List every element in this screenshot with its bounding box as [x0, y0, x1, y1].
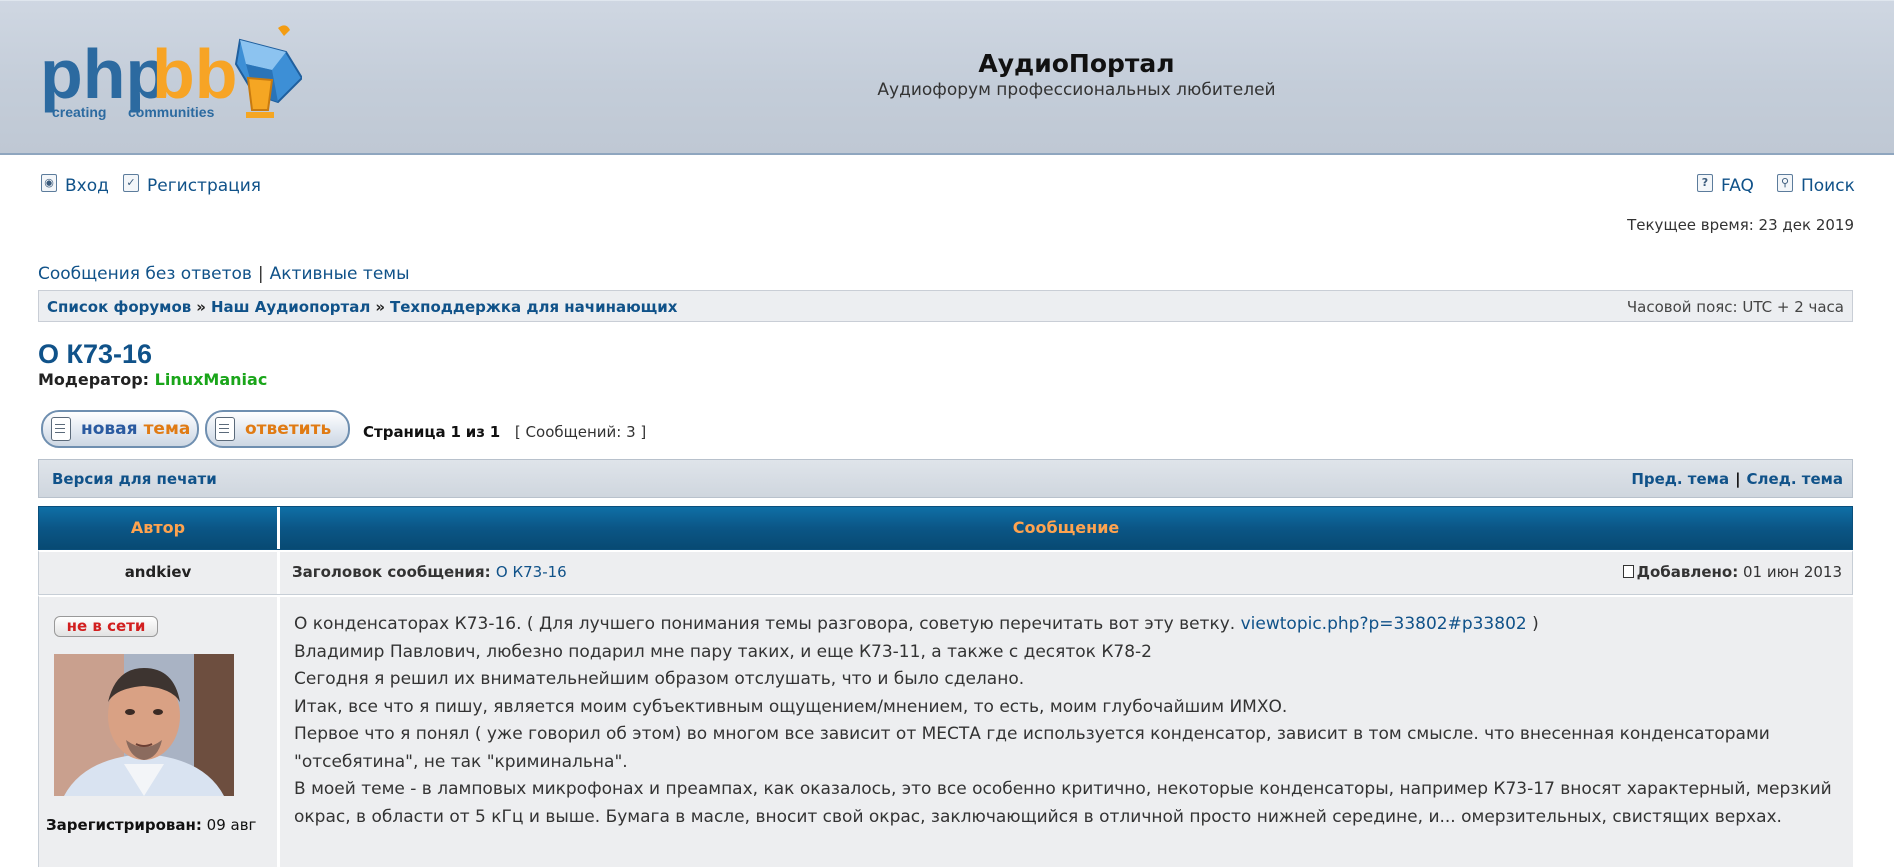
posted-date-value: 01 июн 2013	[1743, 563, 1842, 581]
breadcrumb-separator: »	[196, 298, 206, 316]
search-link[interactable]: ⚲ Поиск	[1777, 174, 1855, 196]
page-current: 1	[450, 423, 461, 441]
post-row: не в сети Зарегистрирован: 09 авг О конд…	[38, 595, 1853, 867]
posts-count: [ Сообщений: 3 ]	[514, 423, 647, 441]
message-column-header: Сообщение	[1012, 518, 1120, 537]
logo-bb-text: bb	[152, 35, 238, 113]
post-author-name[interactable]: andkiev	[39, 552, 280, 594]
post-subject-link[interactable]: О К73-16	[496, 563, 567, 581]
register-link[interactable]: ✓ Регистрация	[123, 174, 261, 196]
print-view-link[interactable]: Версия для печати	[52, 470, 217, 488]
post-date: Добавлено: 01 июн 2013	[1622, 563, 1842, 581]
current-time: Текущее время: 23 дек 2019	[1627, 216, 1854, 234]
table-header: Автор Сообщение	[38, 506, 1853, 550]
prev-topic-link[interactable]: Пред. тема	[1631, 470, 1729, 488]
post-paragraph: Итак, все что я пишу, является моим субъ…	[294, 696, 1288, 717]
phpbb-logo[interactable]: php bb creating communities	[40, 20, 302, 130]
registered-label: Зарегистрирован:	[46, 816, 202, 834]
page-label: Страница	[363, 423, 446, 441]
post-paragraph: Сегодня я решил их внимательнейшим образ…	[294, 669, 1025, 689]
offline-status-badge: не в сети	[54, 616, 158, 637]
logo-php-text: php	[40, 35, 168, 113]
reply-button[interactable]: ответить	[205, 410, 350, 448]
logo-tagline-text: creating	[52, 104, 106, 120]
avatar[interactable]	[54, 654, 234, 796]
topic-table: Версия для печати Пред. тема | След. тема …	[38, 459, 1853, 867]
next-topic-link[interactable]: След. тема	[1747, 470, 1843, 488]
pagination: Страница 1 из 1 [ Сообщений: 3 ]	[363, 423, 646, 441]
breadcrumb: Список форумов» Наш Аудиопортал» Техподдер…	[38, 290, 1853, 322]
register-label: Регистрация	[147, 176, 261, 196]
moderator-name[interactable]: LinuxManiac	[155, 370, 268, 389]
search-label: Поиск	[1801, 176, 1855, 196]
posted-label: Добавлено:	[1636, 563, 1739, 581]
post-line-1-end: )	[1532, 614, 1539, 634]
post-icon[interactable]	[1622, 565, 1634, 578]
register-icon: ✓	[123, 174, 139, 192]
post-paragraph: Первое что я понял ( уже говорил об этом…	[294, 724, 1770, 772]
site-description: Аудиофорум профессиональных любителей	[877, 80, 1276, 100]
post-paragraph: В моей теме - в ламповых микрофонах и пр…	[294, 779, 1832, 827]
post-profile: не в сети Зарегистрирован: 09 авг	[39, 597, 280, 867]
moderator-label: Модератор:	[38, 370, 150, 389]
post-content: О конденсаторах К73-16. ( Для лучшего по…	[280, 597, 1853, 867]
site-title: АудиоПортал	[978, 49, 1175, 78]
timezone-label: Часовой пояс: UTC + 2 часа	[1626, 298, 1844, 316]
page-title[interactable]: О К73-16	[38, 339, 152, 370]
logo-tagline-text-2: communities	[128, 104, 215, 120]
quick-links-separator: |	[257, 264, 264, 284]
breadcrumb-separator: »	[375, 298, 386, 316]
prevnext-separator: |	[1735, 470, 1741, 488]
moderator-line: Модератор: LinuxManiac	[38, 370, 267, 389]
site-header: php bb creating communities АудиоПортал …	[0, 0, 1894, 155]
active-topics-link[interactable]: Активные темы	[270, 264, 410, 284]
post-paragraph: Владимир Павлович, любезно подарил мне п…	[294, 641, 1153, 662]
search-icon: ⚲	[1777, 174, 1793, 192]
page-total: 1	[489, 423, 501, 441]
login-icon: ◉	[41, 174, 57, 192]
login-link[interactable]: ◉ Вход	[41, 174, 109, 196]
new-topic-word1: новая	[81, 419, 138, 439]
registered-value: 09 авг	[206, 816, 257, 834]
new-topic-word2: тема	[143, 419, 191, 439]
unanswered-posts-link[interactable]: Сообщения без ответов	[38, 264, 252, 284]
post-paragraph: О конденсаторах К73-16. ( Для лучшего по…	[294, 611, 1839, 639]
post-line-1-text: О конденсаторах К73-16. ( Для лучшего по…	[294, 614, 1236, 634]
registered-info: Зарегистрирован: 09 авг	[46, 816, 256, 834]
subject-label: Заголовок сообщения:	[292, 563, 491, 581]
breadcrumb-audioportal[interactable]: Наш Аудиопортал	[211, 298, 370, 316]
faq-label: FAQ	[1721, 176, 1754, 196]
page-of-label: из	[465, 423, 485, 441]
login-label: Вход	[65, 176, 109, 196]
quick-links: Сообщения без ответов | Активные темы	[38, 264, 410, 284]
faq-link[interactable]: ? FAQ	[1697, 174, 1754, 196]
author-column-header: Автор	[39, 507, 280, 549]
breadcrumb-forum-index[interactable]: Список форумов	[47, 298, 191, 316]
post-inline-link[interactable]: viewtopic.php?p=33802#p33802	[1241, 614, 1527, 634]
document-icon	[215, 417, 235, 441]
breadcrumb-beginners-support[interactable]: Техподдержка для начинающих	[390, 298, 677, 316]
new-topic-button[interactable]: новая тема	[41, 410, 199, 448]
post-header-row: andkiev Заголовок сообщения: О К73-16 До…	[38, 550, 1853, 595]
document-icon	[51, 417, 71, 441]
reply-label: ответить	[245, 419, 332, 439]
faq-icon: ?	[1697, 174, 1713, 192]
topic-actions-row: Версия для печати Пред. тема | След. тема	[38, 459, 1853, 498]
